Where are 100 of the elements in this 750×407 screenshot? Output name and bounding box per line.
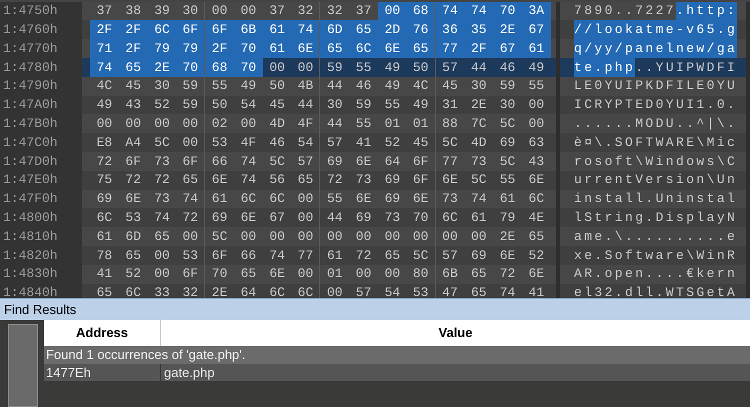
hex-byte[interactable]: 56 xyxy=(262,170,292,190)
hex-byte[interactable]: 74 xyxy=(148,208,176,228)
hex-byte[interactable]: 6F xyxy=(118,152,148,171)
hex-byte[interactable]: 2E xyxy=(148,58,176,77)
hex-byte[interactable]: 68 xyxy=(406,2,436,20)
hex-byte[interactable]: 44 xyxy=(320,114,350,134)
hex-byte[interactable]: 72 xyxy=(90,152,119,171)
ascii-text[interactable]: LE0YUIPKDFILE0YU xyxy=(574,76,738,96)
hex-byte[interactable]: 35 xyxy=(464,20,494,40)
hex-byte[interactable]: 73 xyxy=(436,190,464,208)
hex-byte[interactable]: 6E xyxy=(292,39,320,58)
hex-byte[interactable]: 6B xyxy=(234,20,263,40)
hex-byte[interactable]: 44 xyxy=(320,208,350,228)
hex-byte[interactable]: 49 xyxy=(234,76,263,96)
hex-byte[interactable]: 55 xyxy=(349,58,378,77)
hex-byte[interactable]: 6E xyxy=(522,264,551,284)
hex-byte[interactable]: 59 xyxy=(493,76,522,96)
hex-byte[interactable]: 41 xyxy=(522,284,551,298)
hex-byte[interactable]: 6E xyxy=(262,264,292,284)
hex-byte[interactable]: 6E xyxy=(118,190,148,208)
hex-byte[interactable]: 59 xyxy=(349,96,378,114)
hex-byte[interactable]: 55 xyxy=(493,170,522,190)
hex-byte[interactable]: 6E xyxy=(234,208,263,228)
hex-byte[interactable]: 73 xyxy=(148,152,176,171)
hex-byte[interactable]: 01 xyxy=(378,114,407,134)
hex-byte[interactable]: 74 xyxy=(90,58,119,77)
hex-byte[interactable]: 55 xyxy=(522,76,551,96)
hex-byte[interactable]: 5C xyxy=(493,114,522,134)
hex-byte[interactable]: 2F xyxy=(464,39,494,58)
hex-byte[interactable]: 00 xyxy=(148,264,176,284)
hex-byte[interactable]: 57 xyxy=(349,284,378,298)
hex-byte[interactable]: 30 xyxy=(493,96,522,114)
hex-byte[interactable]: 6C xyxy=(262,284,292,298)
ascii-text[interactable]: te.php xyxy=(574,58,636,77)
result-value[interactable]: gate.php xyxy=(161,364,750,381)
hex-byte[interactable]: 00 xyxy=(205,2,234,20)
hex-byte[interactable]: 73 xyxy=(464,152,494,171)
hex-byte[interactable]: 77 xyxy=(436,39,464,58)
hex-byte[interactable]: 46 xyxy=(262,133,292,152)
hex-byte[interactable]: 7C xyxy=(464,114,494,134)
hex-byte[interactable]: 5C xyxy=(205,227,234,246)
hex-byte[interactable]: 79 xyxy=(493,208,522,228)
hex-byte[interactable]: 88 xyxy=(436,114,464,134)
hex-byte[interactable]: 61 xyxy=(262,20,292,40)
hex-byte[interactable]: 2E xyxy=(493,227,522,246)
hex-byte[interactable]: 00 xyxy=(522,96,551,114)
hex-byte[interactable]: 00 xyxy=(118,114,148,134)
hex-byte[interactable]: 43 xyxy=(522,152,551,171)
hex-byte[interactable]: 57 xyxy=(320,133,350,152)
hex-byte[interactable]: 6F xyxy=(176,20,206,40)
hex-byte[interactable]: 74 xyxy=(234,170,263,190)
ascii-text[interactable]: 7890..7227 xyxy=(574,2,676,20)
hex-byte[interactable]: 45 xyxy=(436,76,464,96)
hex-byte[interactable]: 00 xyxy=(464,227,494,246)
hex-byte[interactable]: 66 xyxy=(234,246,263,265)
hex-byte[interactable]: 73 xyxy=(378,208,407,228)
hex-byte[interactable]: 69 xyxy=(205,208,234,228)
hex-byte[interactable]: 2F xyxy=(118,20,148,40)
hex-byte[interactable]: 6C xyxy=(234,190,263,208)
hex-byte[interactable]: 55 xyxy=(320,190,350,208)
hex-byte[interactable]: 6C xyxy=(90,208,119,228)
hex-byte[interactable]: 57 xyxy=(436,246,464,265)
ascii-text[interactable]: install.Uninstal xyxy=(574,190,738,208)
hex-byte[interactable]: 75 xyxy=(90,170,119,190)
hex-byte[interactable]: 74 xyxy=(436,2,464,20)
hex-byte[interactable]: 30 xyxy=(148,76,176,96)
hex-byte[interactable]: 2E xyxy=(205,284,234,298)
hex-byte[interactable]: 39 xyxy=(148,2,176,20)
hex-byte[interactable]: 70 xyxy=(205,264,234,284)
result-address[interactable]: 1477Eh xyxy=(44,364,161,381)
hex-byte[interactable]: 6D xyxy=(320,20,350,40)
hex-byte[interactable]: 00 xyxy=(320,284,350,298)
hex-byte[interactable]: 6B xyxy=(436,264,464,284)
hex-byte[interactable]: 64 xyxy=(378,152,407,171)
hex-byte[interactable]: 37 xyxy=(349,2,378,20)
hex-byte[interactable]: 72 xyxy=(349,246,378,265)
hex-byte[interactable]: 41 xyxy=(90,264,119,284)
hex-byte[interactable]: 00 xyxy=(349,264,378,284)
hex-byte[interactable]: 63 xyxy=(522,133,551,152)
hex-byte[interactable]: 00 xyxy=(522,114,551,134)
ascii-text[interactable]: ......MODU..^|\. xyxy=(574,114,738,134)
hex-byte[interactable]: 67 xyxy=(493,39,522,58)
hex-byte[interactable]: 74 xyxy=(292,20,320,40)
hex-byte[interactable]: 66 xyxy=(205,152,234,171)
hex-byte[interactable]: 65 xyxy=(234,264,263,284)
hex-byte[interactable]: 65 xyxy=(349,20,378,40)
ascii-text[interactable]: q/yy/panelnew/ga xyxy=(574,39,738,58)
hex-byte[interactable]: 65 xyxy=(522,227,551,246)
hex-byte[interactable]: 55 xyxy=(349,114,378,134)
hex-byte[interactable]: 74 xyxy=(464,2,494,20)
hex-byte[interactable]: 5C xyxy=(464,170,494,190)
hex-byte[interactable]: 00 xyxy=(234,114,263,134)
hex-byte[interactable]: 6E xyxy=(349,152,378,171)
hex-byte[interactable]: 74 xyxy=(464,190,494,208)
hex-byte[interactable]: 00 xyxy=(320,227,350,246)
hex-byte[interactable]: 69 xyxy=(493,133,522,152)
ascii-text[interactable]: AR.open....€kern xyxy=(574,264,738,284)
hex-byte[interactable]: 2D xyxy=(378,20,407,40)
hex-byte[interactable]: 70 xyxy=(234,39,263,58)
hex-byte[interactable]: 61 xyxy=(493,190,522,208)
